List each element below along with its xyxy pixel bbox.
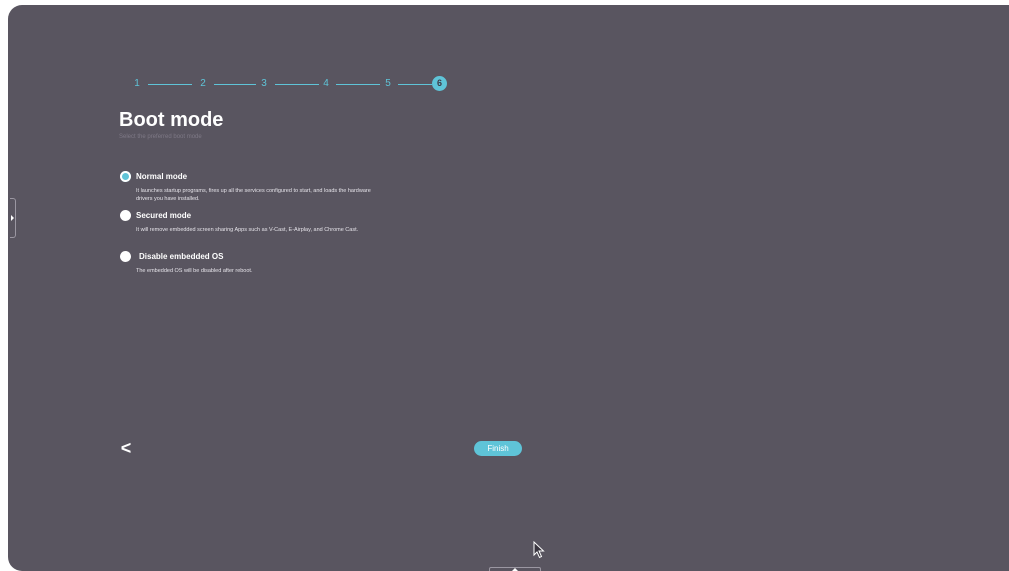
stepper: 1 2 3 4 5 6: [126, 76, 466, 96]
option-description: It will remove embedded screen sharing A…: [136, 227, 359, 233]
option-secured-mode[interactable]: Secured mode It will remove embedded scr…: [120, 210, 440, 246]
chevron-right-icon: [11, 215, 14, 221]
option-label: Disable embedded OS: [139, 252, 224, 261]
step-2: 2: [200, 78, 206, 89]
step-connector: [148, 84, 192, 85]
radio-selected-icon[interactable]: [120, 171, 131, 182]
radio-icon[interactable]: [120, 210, 131, 221]
app-window: 1 2 3 4 5 6 Boot mode Select the preferr…: [8, 5, 1009, 571]
side-panel-toggle[interactable]: [10, 198, 16, 238]
step-5: 5: [385, 78, 391, 89]
step-1: 1: [134, 78, 140, 89]
step-connector: [275, 84, 319, 85]
option-disable-embedded-os[interactable]: Disable embedded OS The embedded OS will…: [120, 251, 440, 279]
option-description: The embedded OS will be disabled after r…: [136, 268, 253, 274]
chevron-left-icon: <: [120, 438, 132, 458]
bottom-panel-toggle[interactable]: [489, 567, 541, 571]
step-3: 3: [261, 78, 267, 89]
step-6-active: 6: [432, 76, 447, 91]
page-subtitle: Select the preferred boot mode: [119, 134, 202, 140]
option-label: Normal mode: [136, 172, 188, 181]
step-connector: [336, 84, 380, 85]
mouse-pointer-icon: [533, 541, 545, 559]
finish-button[interactable]: Finish: [474, 441, 522, 456]
option-description: It launches startup programs, fires up a…: [136, 188, 371, 202]
radio-icon[interactable]: [120, 251, 131, 262]
back-button[interactable]: <: [118, 438, 134, 458]
option-normal-mode[interactable]: Normal mode It launches startup programs…: [120, 171, 440, 207]
option-label: Secured mode: [136, 211, 192, 220]
step-4: 4: [323, 78, 329, 89]
page-title: Boot mode: [119, 109, 224, 131]
step-connector: [398, 84, 432, 85]
step-connector: [214, 84, 256, 85]
